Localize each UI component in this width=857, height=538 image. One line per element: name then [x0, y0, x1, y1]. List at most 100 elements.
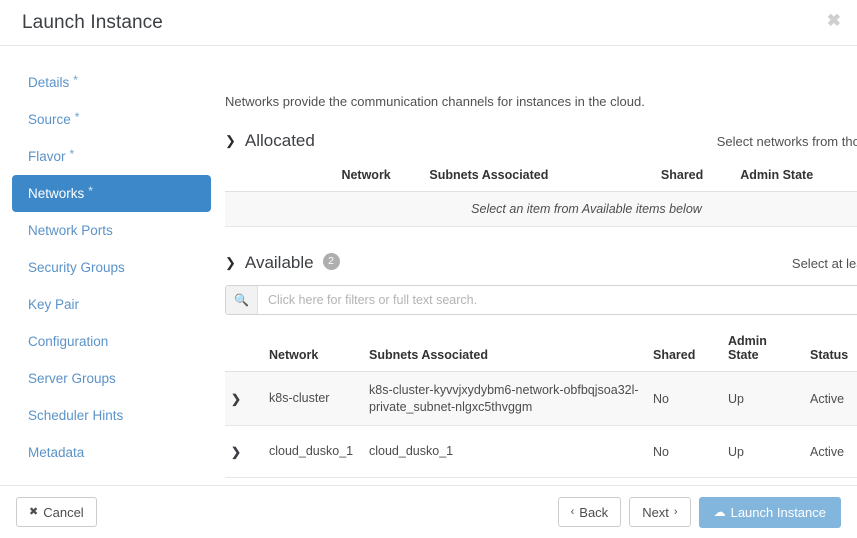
row-expand-cell[interactable]: ❯	[225, 425, 263, 478]
row-admin-state: Up	[722, 425, 804, 478]
sidebar-item-label: Metadata	[28, 445, 85, 460]
sidebar-item-server-groups[interactable]: Server Groups	[12, 360, 211, 397]
available-col-expand	[225, 329, 263, 372]
dialog-footer: ✖ Cancel ‹ Back Next › ☁ Launch Instance	[0, 485, 857, 538]
available-title: Available	[244, 253, 314, 272]
chevron-right-icon: ›	[673, 505, 678, 518]
allocated-table-head: Network Subnets Associated Shared Admin …	[225, 163, 857, 192]
row-shared: No	[647, 371, 722, 426]
filter-search-bar[interactable]: 🔍 ✖	[225, 285, 857, 315]
next-button[interactable]: Next ›	[629, 497, 691, 527]
row-network-text: k8s-cluster	[269, 391, 330, 406]
allocated-table: Network Subnets Associated Shared Admin …	[225, 163, 857, 227]
sidebar-item-source[interactable]: Source *	[12, 101, 211, 138]
available-hint: Select at least one network	[791, 255, 857, 271]
allocated-title: Allocated	[244, 131, 315, 150]
cancel-button[interactable]: ✖ Cancel	[16, 497, 97, 527]
allocated-col-subnets: Subnets Associated	[423, 163, 630, 192]
row-subnets: cloud_dusko_1	[363, 425, 647, 478]
sidebar-item-label: Scheduler Hints	[28, 408, 124, 423]
chevron-left-icon: ‹	[570, 505, 575, 518]
next-button-label: Next	[642, 504, 669, 520]
available-title-group[interactable]: ❯ Available 2	[225, 252, 340, 273]
allocated-hint: Select networks from those listed below.	[716, 133, 857, 149]
available-col-subnets: Subnets Associated	[363, 329, 647, 372]
search-input[interactable]	[258, 286, 857, 314]
allocated-empty-message: Select an item from Available items belo…	[225, 191, 857, 227]
sidebar-item-label: Networks	[28, 186, 85, 201]
row-subnets: k8s-cluster-kyvvjxydybm6-network-obfbqjs…	[363, 371, 647, 426]
launch-instance-button[interactable]: ☁ Launch Instance	[698, 496, 841, 528]
chevron-right-icon[interactable]: ❯	[231, 445, 241, 459]
sidebar-item-label: Configuration	[28, 334, 109, 349]
launch-instance-button-label: Launch Instance	[730, 504, 826, 520]
page-title: Launch Instance	[22, 11, 163, 33]
close-icon[interactable]: ✖	[827, 12, 841, 29]
sidebar-item-networks[interactable]: Networks *	[12, 175, 211, 212]
sidebar-item-label: Server Groups	[28, 371, 116, 386]
sidebar-item-label: Security Groups	[28, 260, 125, 275]
row-network-text: cloud_dusko_1	[269, 444, 354, 459]
row-status: Active	[804, 371, 857, 426]
available-count-badge: 2	[322, 252, 340, 270]
row-network: k8s-cluster	[263, 371, 363, 426]
required-marker: *	[69, 146, 75, 161]
cancel-button-label: Cancel	[43, 504, 84, 520]
cloud-icon: ☁	[713, 505, 726, 519]
intro-text: Networks provide the communication chann…	[225, 94, 645, 109]
allocated-section-header: ❯ Allocated Select networks from those l…	[225, 131, 857, 151]
row-expand-cell[interactable]: ❯	[225, 371, 263, 426]
row-status: Active	[804, 425, 857, 478]
table-row[interactable]: ❯ cloud_dusko_1 cloud_dusko_1 No Up Acti…	[225, 425, 857, 478]
available-col-status: Status	[804, 329, 857, 372]
sidebar-item-details[interactable]: Details *	[12, 64, 211, 101]
allocated-header-row: Network Subnets Associated Shared Admin …	[225, 163, 857, 192]
sidebar-item-network-ports[interactable]: Network Ports	[12, 212, 211, 249]
available-table-body: ❯ k8s-cluster k8s-cluster-kyvvjxydybm6-n…	[225, 371, 857, 478]
close-x-icon: ✖	[29, 505, 39, 518]
available-col-admin-state: Admin State	[722, 329, 804, 372]
chevron-right-icon[interactable]: ❯	[231, 392, 241, 406]
sidebar-item-label: Key Pair	[28, 297, 80, 312]
row-shared: No	[647, 425, 722, 478]
required-marker: *	[88, 183, 93, 198]
sidebar-item-label: Details	[28, 75, 70, 90]
sidebar-item-security-groups[interactable]: Security Groups	[12, 249, 211, 286]
available-col-shared: Shared	[647, 329, 722, 372]
available-table-head: Network Subnets Associated Shared Admin …	[225, 329, 857, 372]
sidebar-item-metadata[interactable]: Metadata	[12, 434, 211, 471]
allocated-empty-row: Select an item from Available items belo…	[225, 191, 857, 227]
available-table: Network Subnets Associated Shared Admin …	[225, 329, 857, 478]
required-marker: *	[73, 72, 78, 87]
allocated-col-spacer	[225, 163, 309, 192]
row-subnets-text: cloud_dusko_1	[369, 444, 454, 459]
allocated-title-group[interactable]: ❯ Allocated	[225, 131, 315, 151]
available-header-row: Network Subnets Associated Shared Admin …	[225, 329, 857, 372]
row-network: cloud_dusko_1	[263, 425, 363, 478]
allocated-col-shared: Shared	[629, 163, 735, 192]
table-row[interactable]: ❯ k8s-cluster k8s-cluster-kyvvjxydybm6-n…	[225, 371, 857, 426]
chevron-down-icon[interactable]: ❯	[225, 134, 236, 147]
sidebar-item-label: Flavor	[28, 149, 66, 164]
available-section-header: ❯ Available 2 Select at least one networ…	[225, 252, 857, 273]
chevron-down-icon[interactable]: ❯	[225, 256, 236, 269]
wizard-sidebar: Details * Source * Flavor * Networks * N…	[0, 46, 225, 485]
allocated-col-admin-state: Admin State	[734, 163, 854, 192]
networks-step-content: ? Networks provide the communication cha…	[225, 46, 857, 485]
dialog-body: Details * Source * Flavor * Networks * N…	[0, 46, 857, 485]
sidebar-item-flavor[interactable]: Flavor *	[12, 138, 211, 175]
sidebar-item-configuration[interactable]: Configuration	[12, 323, 211, 360]
dialog-header: Launch Instance ✖	[0, 0, 857, 46]
back-button[interactable]: ‹ Back	[557, 497, 622, 527]
available-col-network: Network	[263, 329, 363, 372]
allocated-col-network: Network	[308, 163, 424, 192]
allocated-table-body: Select an item from Available items belo…	[225, 191, 857, 227]
search-icon[interactable]: 🔍	[226, 286, 258, 314]
row-subnets-text: k8s-cluster-kyvvjxydybm6-network-obfbqjs…	[369, 383, 639, 414]
sidebar-item-label: Network Ports	[28, 223, 113, 238]
sidebar-item-label: Source	[28, 112, 71, 127]
launch-instance-dialog: Launch Instance ✖ Details * Source * Fla…	[0, 0, 857, 538]
required-marker: *	[74, 109, 80, 124]
sidebar-item-scheduler-hints[interactable]: Scheduler Hints	[12, 397, 211, 434]
sidebar-item-key-pair[interactable]: Key Pair	[12, 286, 211, 323]
